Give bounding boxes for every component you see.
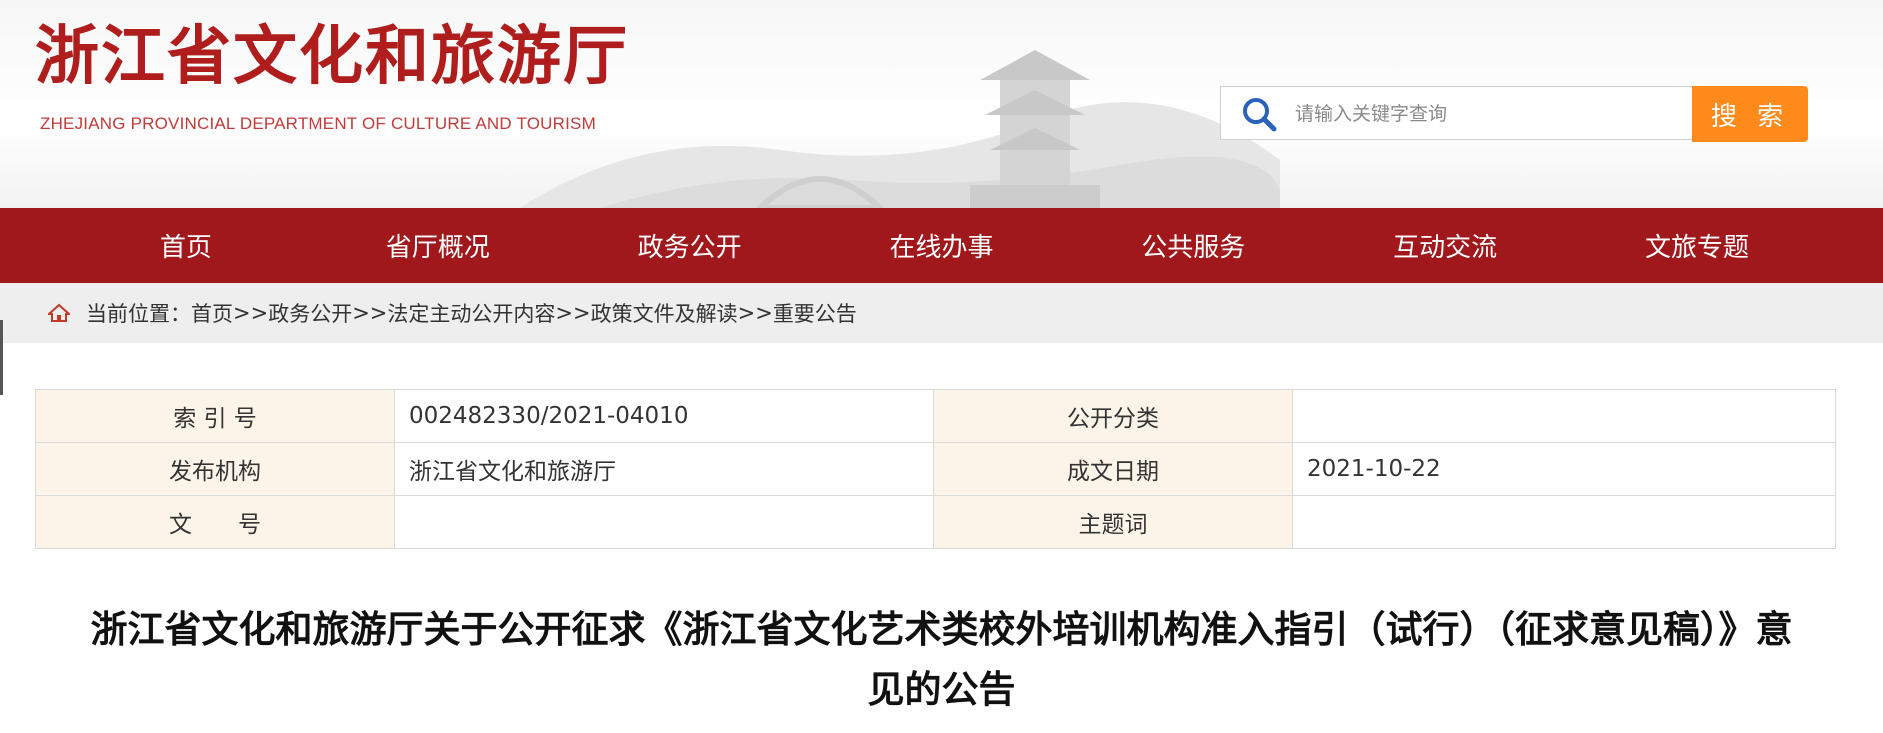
nav-item-overview[interactable]: 省厅概况 (338, 227, 538, 264)
meta-value-publisher: 浙江省文化和旅游厅 (394, 442, 934, 496)
meta-value-category (1292, 389, 1836, 443)
breadcrumb-separator: >> (352, 301, 388, 325)
nav-item-culture-tourism[interactable]: 文旅专题 (1597, 227, 1797, 264)
meta-label-date: 成文日期 (933, 442, 1293, 496)
nav-item-interaction[interactable]: 互动交流 (1345, 227, 1545, 264)
document-meta-table: 索 引 号 002482330/2021-04010 公开分类 发布机构 浙江省… (35, 389, 1836, 549)
table-row: 索 引 号 002482330/2021-04010 公开分类 (35, 389, 1836, 443)
meta-label-category: 公开分类 (933, 389, 1293, 443)
meta-value-topic (1292, 495, 1836, 549)
search-button[interactable]: 搜 索 (1692, 86, 1808, 142)
site-title: 浙江省文化和旅游厅 (35, 19, 629, 94)
nav-item-public-services[interactable]: 公共服务 (1093, 227, 1293, 264)
site-header: 浙江省文化和旅游厅 ZHEJIANG PROVINCIAL DEPARTMENT… (0, 0, 1883, 208)
meta-label-publisher: 发布机构 (35, 442, 395, 496)
breadcrumb-link-home[interactable]: 首页 (191, 298, 233, 328)
search-box (1220, 86, 1693, 141)
search-icon (1243, 98, 1277, 132)
breadcrumb-link-statutory[interactable]: 法定主动公开内容 (387, 298, 555, 328)
breadcrumb-link-gov-affairs[interactable]: 政务公开 (268, 298, 352, 328)
meta-value-docno (394, 495, 934, 549)
breadcrumb-separator: >> (233, 301, 269, 325)
breadcrumb-separator: >> (555, 301, 591, 325)
breadcrumb-prefix: 当前位置： (86, 302, 191, 326)
meta-label-topic: 主题词 (933, 495, 1293, 549)
breadcrumb: 当前位置： 首页 >> 政务公开 >> 法定主动公开内容 >> 政策文件及解读 … (0, 283, 1883, 343)
pagoda-landscape-graphic (520, 50, 1280, 208)
home-icon (48, 303, 70, 322)
document-title: 浙江省文化和旅游厅关于公开征求《浙江省文化艺术类校外培训机构准入指引（试行）（征… (90, 608, 1793, 711)
meta-label-docno: 文 号 (35, 495, 395, 549)
nav-item-home[interactable]: 首页 (86, 227, 286, 264)
meta-value-index: 002482330/2021-04010 (394, 389, 934, 443)
main-nav: 首页 省厅概况 政务公开 在线办事 公共服务 互动交流 文旅专题 (0, 208, 1883, 283)
scroll-edge-marker (0, 320, 3, 395)
breadcrumb-separator: >> (737, 301, 773, 325)
meta-value-date: 2021-10-22 (1292, 442, 1836, 496)
breadcrumb-link-announcements[interactable]: 重要公告 (773, 298, 857, 328)
breadcrumb-link-policy-docs[interactable]: 政策文件及解读 (591, 298, 738, 328)
meta-label-index: 索 引 号 (35, 389, 395, 443)
site-subtitle: ZHEJIANG PROVINCIAL DEPARTMENT OF CULTUR… (40, 114, 596, 133)
table-row: 文 号 主题词 (35, 495, 1836, 549)
nav-item-gov-affairs[interactable]: 政务公开 (590, 227, 790, 264)
nav-item-online-services[interactable]: 在线办事 (841, 227, 1041, 264)
table-row: 发布机构 浙江省文化和旅游厅 成文日期 2021-10-22 (35, 442, 1836, 496)
search-input[interactable] (1293, 87, 1687, 141)
